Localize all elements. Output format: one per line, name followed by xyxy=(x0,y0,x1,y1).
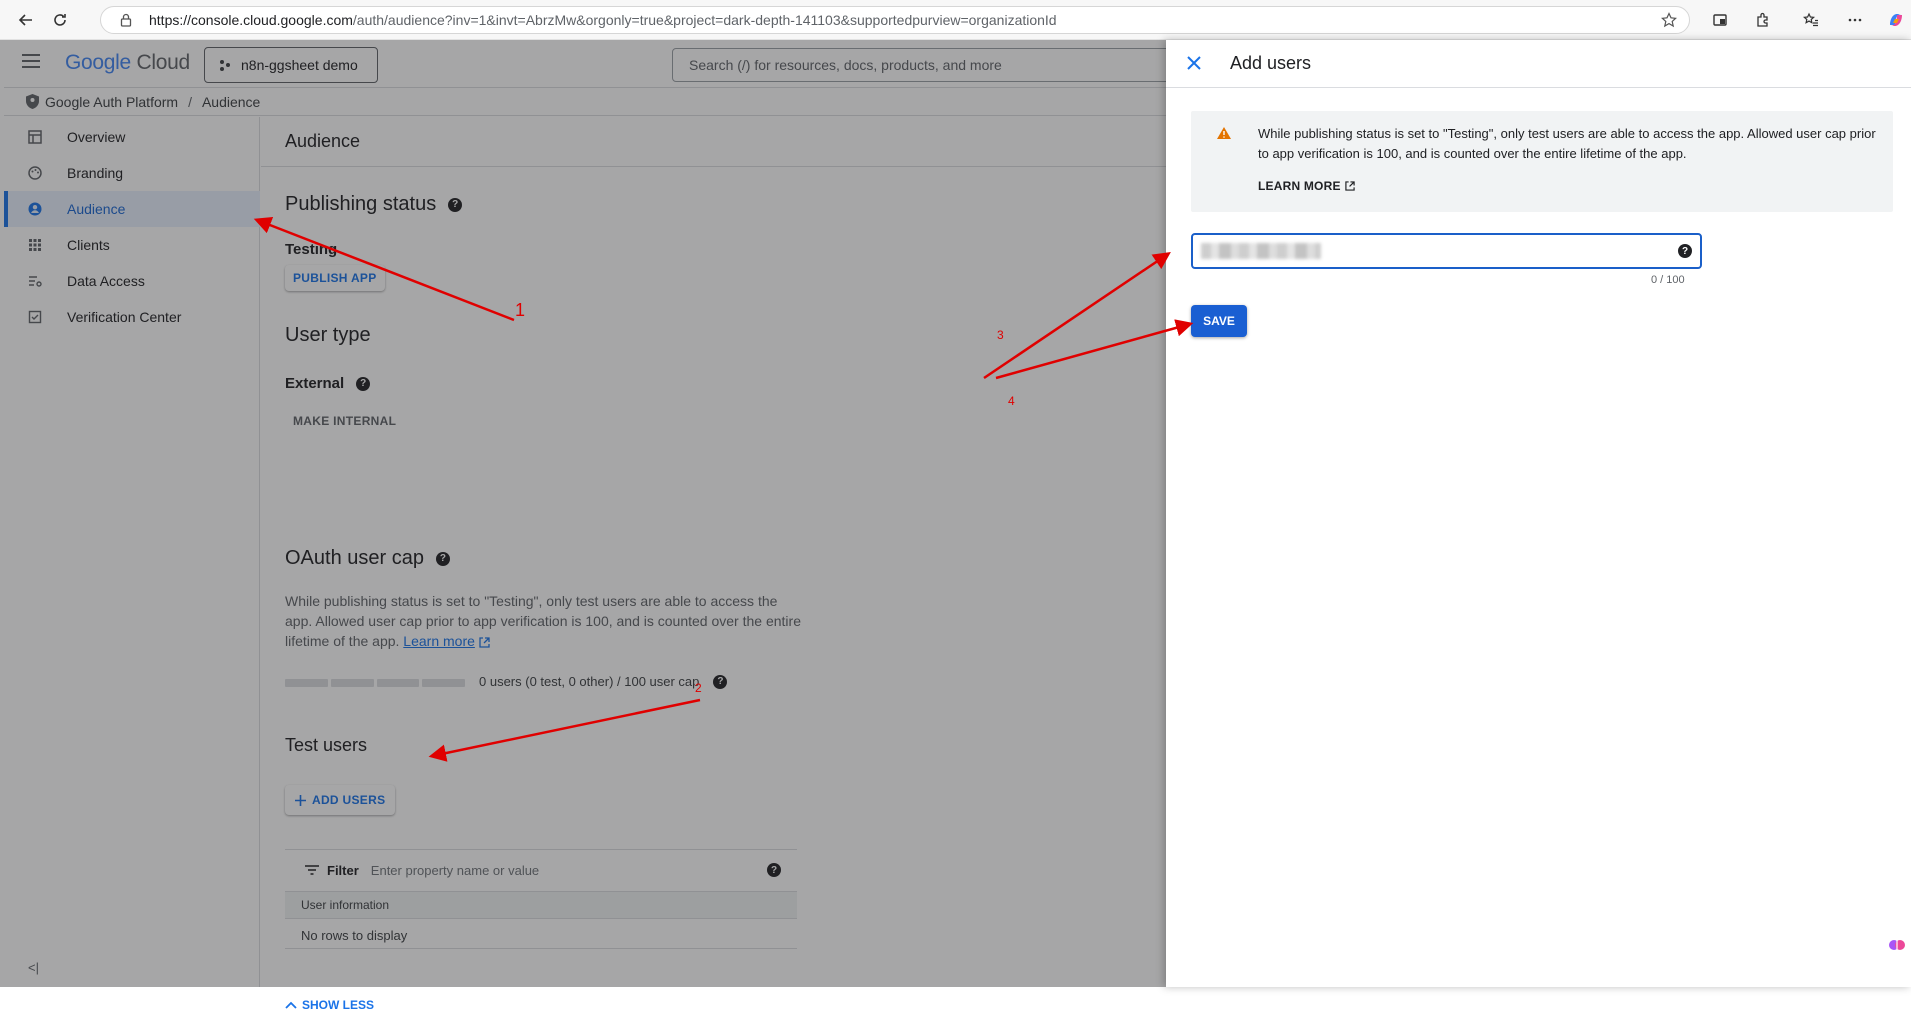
annotation-label-3: 3 xyxy=(997,328,1004,342)
annotation-arrow-3 xyxy=(983,252,1171,380)
annotation-label-2: 2 xyxy=(695,681,702,695)
annotation-arrows xyxy=(253,216,1194,762)
show-less-button[interactable]: SHOW LESS xyxy=(285,998,374,1012)
annotation-arrow-2 xyxy=(428,698,701,762)
annotation-label-1: 1 xyxy=(515,300,526,320)
annotation-label-4: 4 xyxy=(1008,394,1015,408)
annotation-arrow-1 xyxy=(253,216,515,322)
chevron-up-icon xyxy=(285,1001,297,1009)
